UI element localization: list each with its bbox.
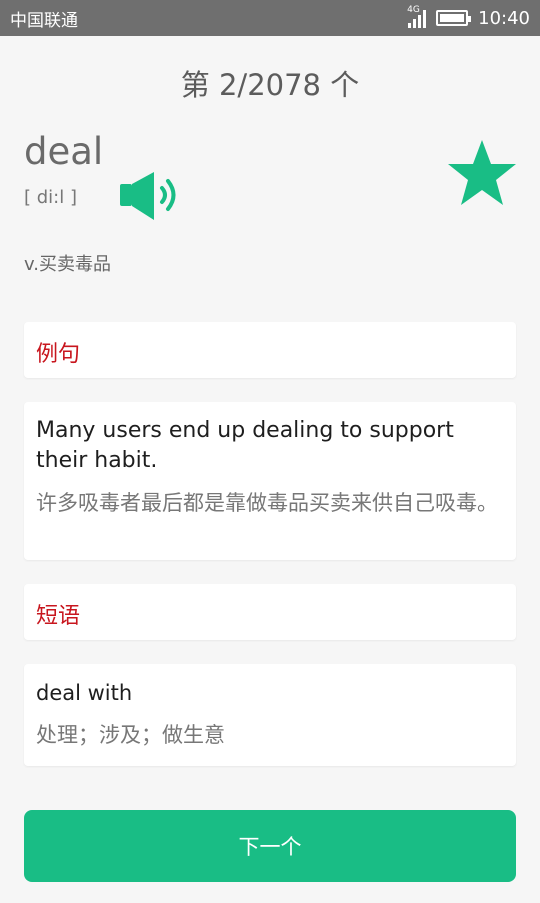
phrases-title: 短语: [36, 604, 81, 629]
word-counter: 第 2/2078 个: [180, 68, 360, 102]
word-phonetic: [ di:l ]: [24, 187, 77, 208]
phrase-card: deal with 处理；涉及；做生意: [24, 664, 516, 766]
speaker-icon[interactable]: [118, 170, 182, 222]
example-card: Many users end up dealing to support the…: [24, 402, 516, 560]
example-chinese: 许多吸毒者最后都是靠做毒品买卖来供自己吸毒。: [36, 491, 498, 515]
clock: 10:40: [478, 7, 530, 29]
carrier-name: 中国联通: [10, 10, 78, 31]
phrase-english: deal with: [36, 681, 133, 705]
network-type: 4G: [407, 5, 420, 15]
phrase-chinese: 处理；涉及；做生意: [36, 723, 225, 747]
star-icon[interactable]: [446, 138, 518, 208]
status-bar: 中国联通 4G 10:40: [0, 0, 540, 36]
status-indicators: 4G 10:40: [407, 5, 530, 29]
next-button[interactable]: 下一个: [24, 810, 516, 882]
example-item: Many users end up dealing to support the…: [24, 402, 516, 532]
word-meaning: v.买卖毒品: [24, 254, 111, 275]
phrases-header: 短语: [24, 584, 516, 640]
examples-header: 例句: [24, 322, 516, 378]
signal-icon: 4G: [407, 5, 427, 28]
word-title: deal: [24, 130, 104, 173]
phrase-item: deal with 处理；涉及；做生意: [24, 664, 516, 764]
battery-icon: [436, 10, 472, 26]
examples-title: 例句: [36, 342, 81, 367]
example-english: Many users end up dealing to support the…: [36, 418, 454, 473]
